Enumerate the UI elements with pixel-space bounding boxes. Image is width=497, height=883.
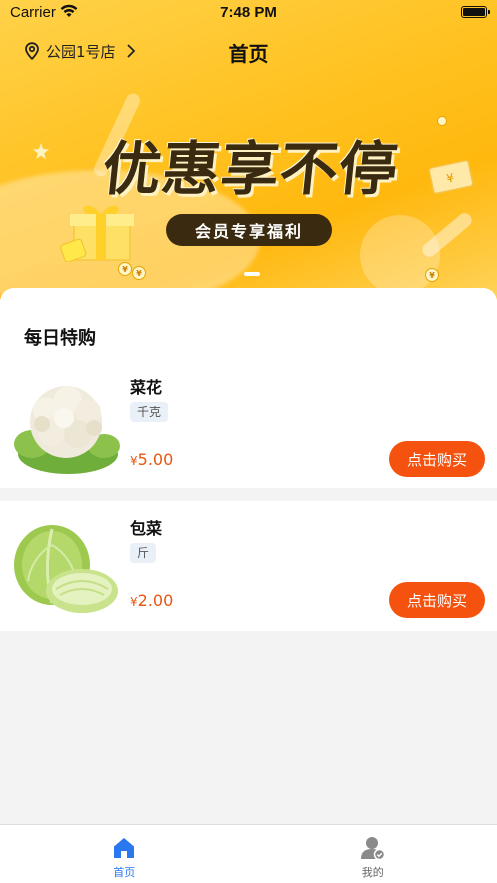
product-name: 菜花 [130,378,163,397]
promo-headline: 优惠享不停 [99,135,402,203]
tab-profile[interactable]: 我的 [249,825,497,883]
buy-button[interactable]: 点击购买 [389,441,485,477]
currency-symbol: ¥ [130,454,138,468]
promo-member-pill[interactable]: 会员专享福利 [166,214,332,246]
product-price: ¥5.00 [130,450,173,469]
coin-icon: ¥ [132,266,146,280]
battery-icon [461,6,490,18]
price-value: 5.00 [137,450,174,469]
star-icon [33,143,49,159]
header-banner: Carrier 7:48 PM 公园1号店 首页 优惠享不停 会员专享福利 ¥ … [0,0,497,300]
price-value: 2.00 [137,591,174,610]
tab-label: 首页 [113,866,136,879]
page-title: 首页 [228,42,269,66]
status-bar: Carrier 7:48 PM [0,0,497,26]
section-title: 每日特购 [24,328,96,349]
gift-box-icon [60,205,134,262]
profile-icon [360,837,385,861]
content-area: 每日特购 菜花 千克 ¥5.00 点击购买 包菜 斤 ¥2.00 点击购买 [0,288,497,631]
product-name: 包菜 [130,519,163,538]
coin-icon: ¥ [118,262,132,276]
product-card[interactable]: 包菜 斤 ¥2.00 点击购买 [0,501,497,631]
ticket-icon: ¥ [428,160,474,194]
product-price: ¥2.00 [130,591,173,610]
clock: 7:48 PM [220,4,277,21]
home-icon [114,838,135,858]
banner-page-indicator[interactable] [244,272,260,276]
coin-icon [437,116,447,126]
product-card[interactable]: 菜花 千克 ¥5.00 点击购买 [0,360,497,488]
tab-bar: 首页 我的 [0,824,497,883]
cauliflower-image [14,386,120,474]
product-unit-badge: 斤 [130,543,157,563]
coin-icon: ¥ [425,268,439,282]
currency-symbol: ¥ [130,595,138,609]
buy-button[interactable]: 点击购买 [389,582,485,618]
product-unit-badge: 千克 [130,402,169,422]
tab-label: 我的 [361,866,384,879]
cabbage-image [14,525,118,613]
tab-home[interactable]: 首页 [0,825,249,883]
